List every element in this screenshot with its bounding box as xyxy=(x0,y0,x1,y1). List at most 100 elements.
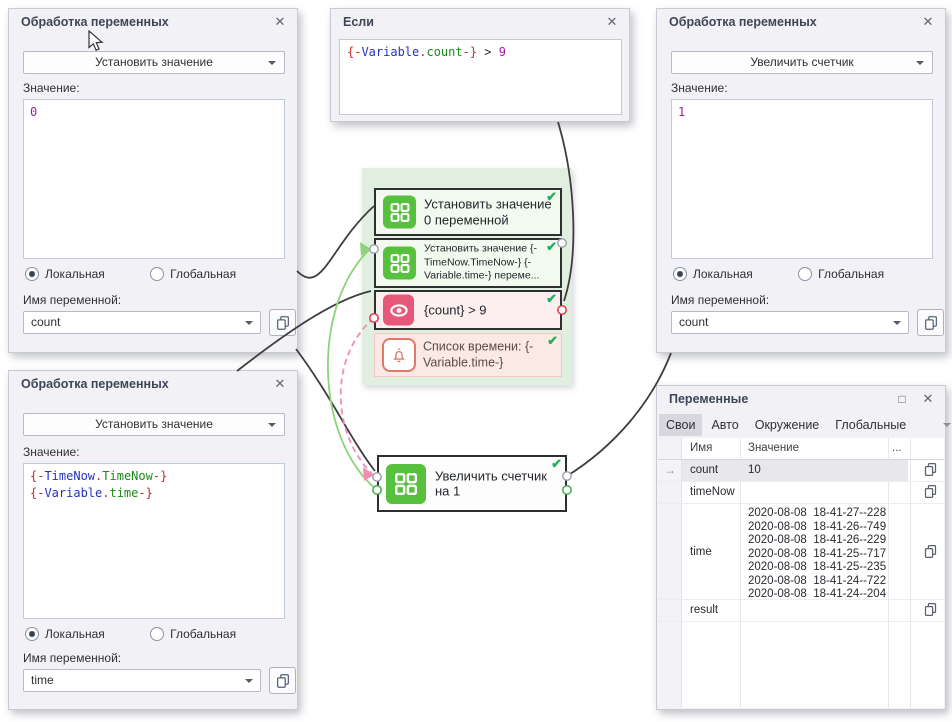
copy-button[interactable] xyxy=(917,309,944,336)
panel-titlebar[interactable]: Если ✕ xyxy=(331,9,629,35)
radio-dot xyxy=(798,267,812,281)
radio-global[interactable]: Глобальная xyxy=(798,267,884,281)
copy-button[interactable] xyxy=(923,484,938,502)
var-name-combo[interactable]: count xyxy=(23,311,261,334)
copy-button[interactable] xyxy=(923,462,938,480)
radio-global[interactable]: Глобальная xyxy=(150,627,236,641)
panel-var-processing-2: Обработка переменных ✕ Увеличить счетчик… xyxy=(656,8,946,353)
success-check-icon: ✔ xyxy=(546,239,557,255)
chevron-down-icon xyxy=(268,423,276,427)
panel-var-processing-1: Обработка переменных ✕ Установить значен… xyxy=(8,8,298,353)
copy-icon xyxy=(923,602,938,617)
radio-dot xyxy=(25,627,39,641)
condition-textarea[interactable]: {-Variable.count-} > 9 xyxy=(339,39,622,115)
scope-radio-group: Локальная Глобальная xyxy=(25,267,278,284)
radio-global[interactable]: Глобальная xyxy=(150,267,236,281)
radio-local[interactable]: Локальная xyxy=(25,627,105,641)
panel-title: Обработка переменных xyxy=(21,377,169,391)
tab-auto[interactable]: Авто xyxy=(704,414,745,436)
radio-local[interactable]: Локальная xyxy=(673,267,753,281)
maximize-icon[interactable]: □ xyxy=(893,390,911,408)
panel-titlebar[interactable]: Обработка переменных ✕ xyxy=(657,9,945,35)
chevron-down-icon[interactable] xyxy=(943,423,951,427)
action-dropdown[interactable]: Установить значение xyxy=(23,51,285,74)
var-name-cell: time xyxy=(690,546,712,558)
variables-table: Имя Значение ... → count 10 timeNow time… xyxy=(658,438,944,708)
radio-dot xyxy=(150,627,164,641)
block-label: Увеличить счетчик на 1 xyxy=(435,468,563,499)
var-name-combo[interactable]: time xyxy=(23,669,261,692)
flow-block-set-zero[interactable]: Установить значение 0 переменной ✔ xyxy=(374,188,562,236)
copy-button[interactable] xyxy=(269,309,296,336)
chevron-down-icon xyxy=(893,321,901,325)
value-textarea[interactable]: {-TimeNow.TimeNow-} {-Variable.time-} xyxy=(23,463,285,619)
tab-environment[interactable]: Окружение xyxy=(748,414,827,436)
chevron-down-icon xyxy=(268,61,276,65)
panel-titlebar[interactable]: Переменные □ ✕ xyxy=(657,386,945,412)
panel-title: Обработка переменных xyxy=(21,15,169,29)
value-label: Значение: xyxy=(23,81,80,95)
panel-var-processing-3: Обработка переменных ✕ Установить значен… xyxy=(8,370,298,710)
panel-variables: Переменные □ ✕ Свои Авто Окружение Глоба… xyxy=(656,385,946,710)
panel-title: Переменные xyxy=(669,392,748,406)
var-name-cell: count xyxy=(690,464,718,476)
table-row[interactable]: result xyxy=(658,600,944,622)
chevron-down-icon xyxy=(245,321,253,325)
value-label: Значение: xyxy=(23,445,80,459)
radio-local[interactable]: Локальная xyxy=(25,267,105,281)
table-row[interactable]: time 2020-08-08 18-41-27--228 2020-08-08… xyxy=(658,504,944,600)
var-name-label: Имя переменной: xyxy=(671,293,769,307)
pink-arrowhead xyxy=(363,467,374,481)
tab-own[interactable]: Свои xyxy=(659,414,702,436)
success-check-icon: ✔ xyxy=(546,291,557,307)
flow-block-if-count[interactable]: {count} > 9 ✔ xyxy=(374,290,562,330)
panel-titlebar[interactable]: Обработка переменных ✕ xyxy=(9,9,297,35)
block-label: Установить значение {-TimeNow.TimeNow-} … xyxy=(424,243,560,284)
table-row[interactable]: → count 10 xyxy=(658,460,944,482)
panel-if: Если ✕ {-Variable.count-} > 9 xyxy=(330,8,630,122)
var-name-cell: result xyxy=(690,604,718,616)
value-label: Значение: xyxy=(671,81,728,95)
close-icon[interactable]: ✕ xyxy=(271,13,289,31)
copy-icon xyxy=(923,484,938,499)
copy-button[interactable] xyxy=(923,544,938,562)
var-value-cell: 2020-08-08 18-41-27--228 2020-08-08 18-4… xyxy=(748,507,886,602)
chevron-down-icon xyxy=(916,61,924,65)
tab-global[interactable]: Глобальные xyxy=(828,414,913,436)
bell-icon xyxy=(382,338,416,372)
copy-icon xyxy=(275,673,291,689)
chevron-down-icon xyxy=(245,679,253,683)
radio-dot xyxy=(673,267,687,281)
panel-titlebar[interactable]: Обработка переменных ✕ xyxy=(9,371,297,397)
panel-title: Обработка переменных xyxy=(669,15,817,29)
value-textarea[interactable]: 1 xyxy=(671,99,933,259)
flow-block-increment[interactable]: Увеличить счетчик на 1 ✔ xyxy=(377,455,567,512)
copy-icon xyxy=(923,544,938,559)
scope-radio-group: Локальная Глобальная xyxy=(673,267,926,284)
copy-button[interactable] xyxy=(269,667,296,694)
flow-block-set-time[interactable]: Установить значение {-TimeNow.TimeNow-} … xyxy=(374,238,562,288)
flow-block-notify-time[interactable]: Список времени: {-Variable.time-} ✔ xyxy=(374,333,562,377)
close-icon[interactable]: ✕ xyxy=(919,13,937,31)
copy-icon xyxy=(923,462,938,477)
value-textarea[interactable]: 0 xyxy=(23,99,285,259)
block-label: {count} > 9 xyxy=(424,303,487,318)
success-check-icon: ✔ xyxy=(546,189,557,205)
success-check-icon: ✔ xyxy=(551,456,562,472)
action-dropdown[interactable]: Установить значение xyxy=(23,413,285,436)
variables-grid-icon xyxy=(383,196,416,229)
var-name-combo[interactable]: count xyxy=(671,311,909,334)
table-header: Имя Значение ... xyxy=(658,438,944,460)
close-icon[interactable]: ✕ xyxy=(919,390,937,408)
close-icon[interactable]: ✕ xyxy=(603,13,621,31)
close-icon[interactable]: ✕ xyxy=(271,375,289,393)
variables-grid-icon xyxy=(383,247,416,280)
variables-tabs: Свои Авто Окружение Глобальные xyxy=(657,412,945,438)
copy-icon xyxy=(923,315,939,331)
success-check-icon: ✔ xyxy=(547,333,558,349)
table-row[interactable]: timeNow xyxy=(658,482,944,504)
action-dropdown[interactable]: Увеличить счетчик xyxy=(671,51,933,74)
block-label: Список времени: {-Variable.time-} xyxy=(423,339,557,370)
copy-button[interactable] xyxy=(923,602,938,620)
panel-title: Если xyxy=(343,15,374,29)
